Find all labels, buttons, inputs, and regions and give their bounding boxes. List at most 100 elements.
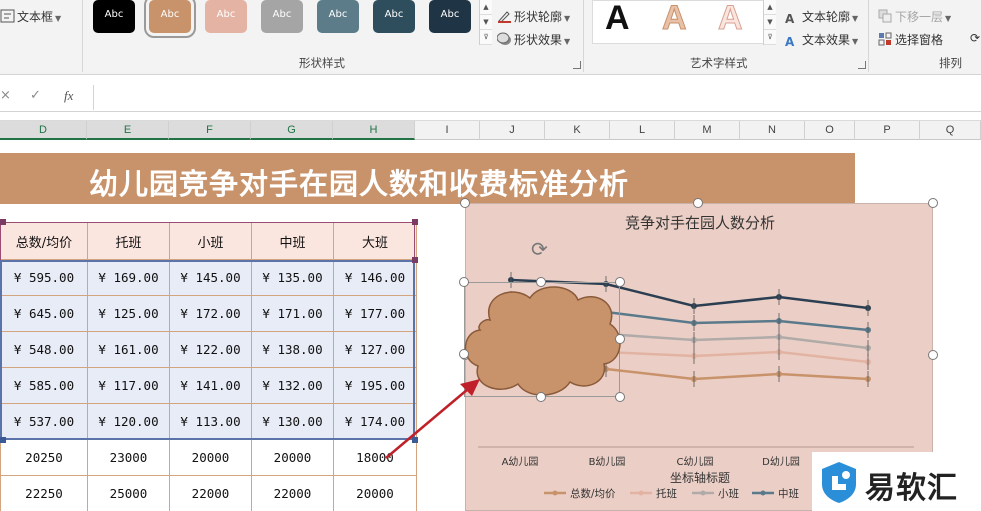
shape-style-thumb[interactable]: Abc	[317, 0, 359, 33]
send-backward-button[interactable]: 下移一层 ▼	[878, 8, 951, 25]
table-cell[interactable]: ¥ 113.00	[169, 403, 252, 440]
table-cell[interactable]: ¥ 171.00	[251, 295, 334, 332]
table-cell[interactable]: ¥ 138.00	[251, 331, 334, 368]
table-cell[interactable]: ¥ 122.00	[169, 331, 252, 368]
table-cell[interactable]: 25000	[87, 475, 170, 511]
shape-style-thumb[interactable]: Abc	[205, 0, 247, 33]
column-header[interactable]: D	[0, 121, 87, 140]
table-cell[interactable]: 大班	[333, 222, 417, 260]
table-cell[interactable]: 中班	[251, 222, 334, 260]
column-header[interactable]: O	[805, 121, 855, 140]
table-cell[interactable]: 小班	[169, 222, 252, 260]
shape-resize-handle[interactable]	[459, 349, 469, 359]
shape-style-thumb[interactable]: Abc	[429, 0, 471, 33]
chart-resize-handle[interactable]	[460, 198, 470, 208]
table-cell[interactable]: 23000	[87, 439, 170, 476]
shape-resize-handle[interactable]	[536, 392, 546, 402]
text-effects-button[interactable]: A 文本效果 ▼	[785, 31, 858, 49]
shape-outline-button[interactable]: 形状轮廓 ▼	[497, 8, 570, 25]
chart-resize-handle[interactable]	[928, 350, 938, 360]
column-header[interactable]: L	[610, 121, 675, 140]
textbox-button[interactable]: 文本框 ▼	[0, 8, 61, 25]
selection-handle[interactable]	[0, 219, 6, 225]
shape-resize-handle[interactable]	[459, 277, 469, 287]
table-cell[interactable]: ¥ 145.00	[169, 259, 252, 296]
selection-handle[interactable]	[0, 437, 6, 443]
shape-effects-button[interactable]: 形状效果 ▼	[496, 31, 570, 48]
wordart-style-black[interactable]: A	[605, 0, 630, 38]
formula-bar: × ✓ fx	[0, 84, 981, 112]
table-cell[interactable]: ¥ 585.00	[0, 367, 88, 404]
dialog-launcher-icon[interactable]	[573, 61, 581, 69]
dialog-launcher-icon[interactable]	[858, 61, 866, 69]
table-cell[interactable]: 托班	[87, 222, 170, 260]
column-header[interactable]: I	[415, 121, 480, 140]
gallery-expand-icon[interactable]: ⊽	[480, 30, 492, 45]
table-cell[interactable]: ¥ 161.00	[87, 331, 170, 368]
rotate-handle-icon[interactable]: ⟳	[531, 237, 548, 261]
selection-pane-button[interactable]: 选择窗格	[878, 31, 943, 48]
column-header[interactable]: Q	[920, 121, 981, 140]
table-cell[interactable]: 22000	[169, 475, 252, 511]
shape-resize-handle[interactable]	[615, 334, 625, 344]
table-cell[interactable]: 22250	[0, 475, 88, 511]
column-header[interactable]: P	[855, 121, 920, 140]
enter-icon[interactable]: ✓	[30, 88, 41, 103]
column-header[interactable]: E	[87, 121, 169, 140]
formula-input[interactable]	[93, 85, 981, 110]
rotate-icon[interactable]: ⟳	[970, 31, 980, 45]
table-cell[interactable]: ¥ 595.00	[0, 259, 88, 296]
gallery-up-icon[interactable]: ▲	[480, 0, 492, 15]
table-cell[interactable]: 20250	[0, 439, 88, 476]
table-cell[interactable]: ¥ 172.00	[169, 295, 252, 332]
column-header[interactable]: K	[545, 121, 610, 140]
table-cell[interactable]: ¥ 177.00	[333, 295, 417, 332]
chart-resize-handle[interactable]	[693, 198, 703, 208]
chart-resize-handle[interactable]	[928, 198, 938, 208]
table-cell[interactable]: ¥ 537.00	[0, 403, 88, 440]
shape-style-thumb[interactable]: Abc	[144, 0, 196, 38]
table-cell[interactable]: ¥ 169.00	[87, 259, 170, 296]
column-header[interactable]: J	[480, 121, 545, 140]
table-cell[interactable]: ¥ 117.00	[87, 367, 170, 404]
chevron-down-icon: ▼	[55, 14, 62, 23]
selection-handle[interactable]	[412, 257, 418, 263]
column-header[interactable]: H	[333, 121, 415, 140]
cancel-icon[interactable]: ×	[0, 88, 11, 103]
table-cell[interactable]: ¥ 132.00	[251, 367, 334, 404]
gallery-up-icon[interactable]: ▲	[764, 0, 776, 15]
table-cell[interactable]: ¥ 548.00	[0, 331, 88, 368]
table-cell[interactable]: ¥ 135.00	[251, 259, 334, 296]
table-cell[interactable]: ¥ 127.00	[333, 331, 417, 368]
column-header[interactable]: G	[251, 121, 333, 140]
shape-resize-handle[interactable]	[615, 277, 625, 287]
table-cell[interactable]: 20000	[333, 475, 417, 511]
wordart-style-pink[interactable]: A	[718, 0, 744, 38]
table-cell[interactable]: ¥ 120.00	[87, 403, 170, 440]
shape-style-thumb[interactable]: Abc	[93, 0, 135, 33]
text-outline-button[interactable]: A 文本轮廓 ▼	[785, 8, 858, 26]
table-cell[interactable]: ¥ 141.00	[169, 367, 252, 404]
wordart-style-orange[interactable]: A	[662, 0, 688, 38]
table-cell[interactable]: 20000	[169, 439, 252, 476]
shape-style-thumb[interactable]: Abc	[261, 0, 303, 33]
shape-style-group-label: 形状样式	[299, 56, 345, 70]
table-cell[interactable]: ¥ 146.00	[333, 259, 417, 296]
gallery-expand-icon[interactable]: ⊽	[764, 30, 776, 45]
column-header[interactable]: M	[675, 121, 740, 140]
column-header[interactable]: F	[169, 121, 251, 140]
table-cell[interactable]: 20000	[251, 439, 334, 476]
table-cell[interactable]: ¥ 645.00	[0, 295, 88, 332]
shape-resize-handle[interactable]	[615, 392, 625, 402]
table-cell[interactable]: 总数/均价	[0, 222, 88, 260]
shape-resize-handle[interactable]	[536, 277, 546, 287]
table-cell[interactable]: 22000	[251, 475, 334, 511]
table-cell[interactable]: ¥ 130.00	[251, 403, 334, 440]
selection-handle[interactable]	[412, 219, 418, 225]
insert-function-icon[interactable]: fx	[64, 88, 73, 104]
shape-style-thumb[interactable]: Abc	[373, 0, 415, 33]
gallery-more-icon[interactable]: ▼	[764, 15, 776, 30]
gallery-more-icon[interactable]: ▼	[480, 15, 492, 30]
table-cell[interactable]: ¥ 125.00	[87, 295, 170, 332]
column-header[interactable]: N	[740, 121, 805, 140]
